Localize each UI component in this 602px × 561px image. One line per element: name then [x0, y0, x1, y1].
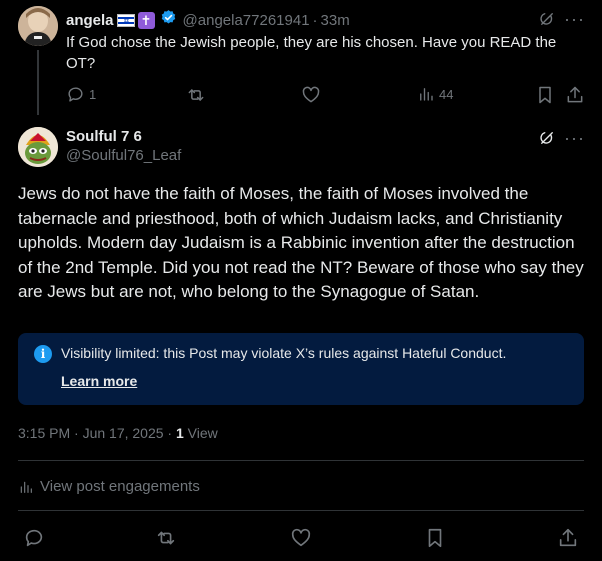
bookmark-icon[interactable] — [424, 527, 446, 549]
timestamp-text[interactable]: 3:15 PM · Jun 17, 2025 · — [18, 425, 176, 441]
share-icon[interactable] — [565, 85, 585, 105]
verified-badge-icon — [160, 9, 177, 31]
parent-post[interactable]: angela ✡ ✝ @angela77261941 · 33m ··· If … — [0, 0, 602, 115]
grok-icon[interactable] — [538, 129, 556, 147]
view-engagements-button[interactable]: View post engagements — [18, 478, 200, 495]
avatar[interactable] — [18, 6, 58, 46]
flag-icon: ✡ — [116, 13, 135, 27]
visibility-notice: i Visibility limited: this Post may viol… — [18, 333, 584, 405]
grok-icon[interactable] — [538, 10, 556, 28]
post-text: Jews do not have the faith of Moses, the… — [18, 184, 584, 301]
repost-icon[interactable] — [186, 85, 206, 105]
notice-text: Visibility limited: this Post may violat… — [61, 345, 507, 361]
avatar[interactable] — [18, 127, 58, 167]
reply-icon — [66, 85, 85, 104]
learn-more-link[interactable]: Learn more — [61, 373, 137, 389]
post-header: Soulful 7 6 @Soulful76_Leaf — [66, 128, 181, 164]
post-text: If God chose the Jewish people, they are… — [66, 34, 557, 72]
reply-count: 1 — [89, 87, 97, 102]
action-bar — [0, 525, 602, 551]
display-name[interactable]: Soulful 7 6 — [66, 128, 181, 145]
handle[interactable]: @Soulful76_Leaf — [66, 147, 181, 164]
separator-dot: · — [312, 11, 318, 29]
more-options-icon[interactable]: ··· — [564, 9, 585, 30]
view-count: 44 — [439, 86, 454, 102]
views-button[interactable]: 44 — [417, 85, 453, 103]
like-icon[interactable] — [301, 85, 321, 105]
engagements-label: View post engagements — [40, 478, 200, 495]
post-header: angela ✡ ✝ @angela77261941 · 33m — [66, 9, 350, 31]
view-label: View — [187, 425, 218, 441]
thread-line — [37, 50, 39, 115]
divider — [18, 460, 584, 461]
display-name[interactable]: angela — [66, 12, 114, 29]
more-options-icon[interactable]: ··· — [564, 128, 585, 149]
analytics-icon — [18, 479, 34, 495]
analytics-icon — [417, 85, 435, 103]
info-icon: i — [34, 345, 52, 363]
divider — [18, 510, 584, 511]
reply-button[interactable]: 1 — [66, 85, 96, 104]
share-icon[interactable] — [557, 527, 579, 549]
like-icon[interactable] — [290, 527, 312, 549]
cross-icon: ✝ — [137, 11, 155, 29]
reply-icon[interactable] — [23, 527, 45, 549]
bookmark-icon[interactable] — [535, 85, 555, 105]
repost-icon[interactable] — [155, 527, 177, 549]
handle[interactable]: @angela77261941 — [183, 12, 310, 29]
post-time[interactable]: 33m — [321, 12, 350, 29]
view-count: 1 — [175, 425, 184, 441]
post-timestamp: 3:15 PM · Jun 17, 2025 · 1 View — [18, 425, 218, 441]
